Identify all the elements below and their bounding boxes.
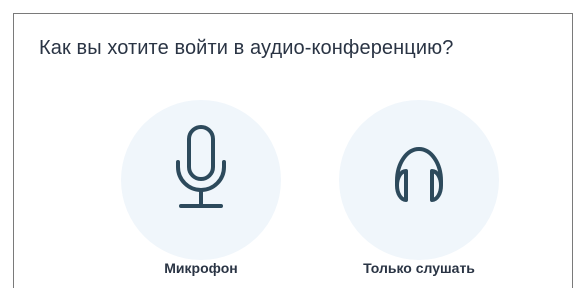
audio-join-dialog: Как вы хотите войти в аудио-конференцию?… — [13, 13, 573, 288]
listen-only-option-button[interactable]: Только слушать — [319, 100, 519, 280]
headphones-icon — [395, 147, 443, 202]
listen-only-option-label: Только слушать — [363, 260, 475, 276]
microphone-option-button[interactable]: Микрофон — [101, 100, 301, 280]
microphone-option-label: Микрофон — [164, 260, 238, 276]
microphone-icon-circle[interactable] — [121, 100, 281, 260]
microphone-icon — [176, 125, 226, 208]
dialog-title: Как вы хотите войти в аудио-конференцию? — [39, 37, 454, 59]
headphones-icon-circle[interactable] — [339, 100, 499, 260]
